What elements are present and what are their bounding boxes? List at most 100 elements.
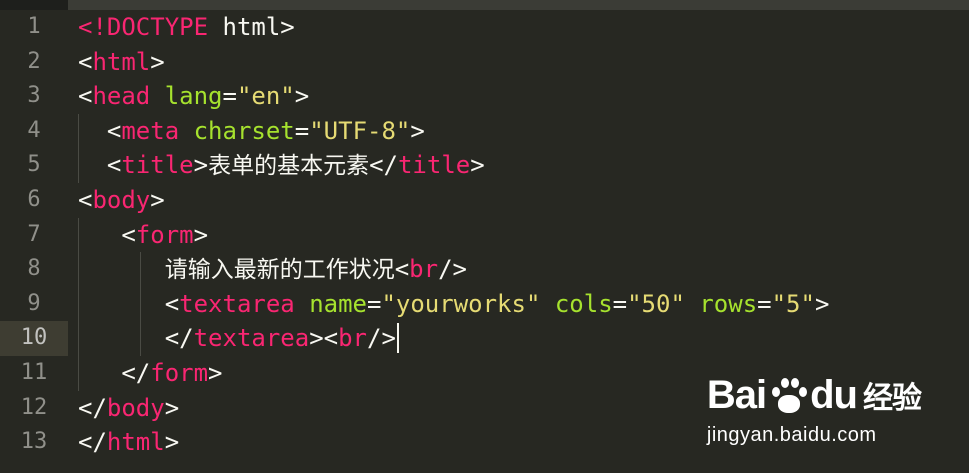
token-punct bbox=[685, 290, 699, 318]
token-punct: </ bbox=[78, 359, 151, 387]
token-attr: lang bbox=[164, 82, 223, 111]
token-tag: body bbox=[106, 393, 165, 422]
line-code: <html> bbox=[78, 45, 165, 80]
token-punct: > bbox=[208, 359, 223, 387]
token-attr: cols bbox=[554, 289, 613, 318]
line-number: 9 bbox=[27, 290, 41, 316]
token-tag: form bbox=[135, 220, 194, 249]
token-punct bbox=[150, 82, 164, 110]
token-punct: </ bbox=[78, 428, 107, 457]
token-punct: >< bbox=[309, 324, 339, 353]
token-attr: charset bbox=[193, 116, 295, 145]
token-punct: </ bbox=[78, 393, 107, 422]
code-line[interactable]: 2 <html> bbox=[0, 45, 969, 80]
token-tag: br bbox=[409, 255, 439, 284]
line-code: <head lang="en"> bbox=[78, 79, 309, 114]
line-code: </html> bbox=[78, 425, 179, 460]
line-number: 8 bbox=[27, 256, 41, 282]
line-code: <body> bbox=[78, 183, 165, 218]
token-punct: = bbox=[367, 289, 382, 318]
token-punct: > bbox=[410, 116, 425, 145]
line-code: 请输入最新的工作状况<br/> bbox=[78, 252, 467, 287]
code-line[interactable]: 9 <textarea name="yourworks" cols="50" r… bbox=[0, 287, 969, 322]
token-punct bbox=[295, 290, 309, 318]
token-punct: > bbox=[150, 47, 165, 76]
token-str: "50" bbox=[627, 289, 685, 318]
token-punct: > bbox=[150, 186, 165, 214]
code-line[interactable]: 10 </textarea><br/> bbox=[0, 321, 969, 356]
token-tag: head bbox=[92, 82, 151, 111]
token-punct: < bbox=[78, 220, 136, 249]
token-str: "5" bbox=[771, 289, 815, 318]
token-punct: > bbox=[193, 151, 209, 180]
token-punct: > bbox=[814, 289, 830, 318]
indent-guide bbox=[78, 217, 79, 391]
code-line[interactable]: 1 <!DOCTYPE html> bbox=[0, 10, 969, 45]
baidu-jingyan-watermark: Bai du 经验 jingyan.baidu.com bbox=[706, 370, 922, 447]
token-tag: textarea bbox=[179, 289, 295, 318]
token-punct: > bbox=[193, 220, 209, 249]
token-attr: name bbox=[309, 289, 367, 318]
line-code: </textarea><br/> bbox=[78, 321, 396, 356]
logo-text-jingyan: 经验 bbox=[863, 381, 922, 416]
token-str: "yourworks" bbox=[381, 289, 541, 318]
line-code: <meta charset="UTF-8"> bbox=[78, 114, 425, 149]
logo-text-bai: Bai bbox=[706, 372, 767, 417]
token-punct: /> bbox=[438, 255, 467, 284]
token-punct: > bbox=[164, 428, 180, 457]
line-number: 7 bbox=[27, 221, 41, 247]
token-punct: < bbox=[78, 151, 122, 180]
token-text: 表单的基本元素 bbox=[208, 153, 370, 180]
token-attr: rows bbox=[699, 289, 758, 318]
token-tag: body bbox=[92, 186, 151, 214]
token-punct: = bbox=[757, 289, 772, 318]
code-line[interactable]: 8 请输入最新的工作状况<br/> bbox=[0, 252, 969, 287]
line-number: 10 bbox=[0, 321, 68, 356]
code-line[interactable]: 7 <form> bbox=[0, 218, 969, 253]
paw-icon bbox=[768, 375, 808, 415]
line-code: <!DOCTYPE html> bbox=[78, 10, 295, 45]
token-punct: </ bbox=[78, 324, 194, 353]
code-line[interactable]: 3 <head lang="en"> bbox=[0, 79, 969, 114]
token-str: "UTF-8" bbox=[309, 116, 411, 145]
indent-guide bbox=[140, 252, 141, 356]
token-text: 请输入最新的工作状况 bbox=[164, 257, 395, 284]
token-tag: meta bbox=[121, 116, 180, 145]
token-punct: < bbox=[78, 116, 122, 145]
token-tag: html bbox=[92, 47, 151, 76]
code-line[interactable]: 5 <title>表单的基本元素</title> bbox=[0, 148, 969, 183]
token-punct bbox=[78, 255, 165, 283]
token-punct: = bbox=[222, 82, 237, 111]
token-punct: > bbox=[294, 82, 310, 111]
token-punct: /> bbox=[367, 324, 396, 353]
text-cursor bbox=[396, 323, 399, 354]
token-punct: < bbox=[78, 186, 93, 214]
token-punct bbox=[540, 290, 554, 318]
token-tag: title bbox=[397, 151, 471, 180]
token-punct: > bbox=[164, 393, 180, 422]
token-punct: < bbox=[394, 255, 410, 284]
line-number: 4 bbox=[27, 117, 41, 143]
watermark-url: jingyan.baidu.com bbox=[706, 424, 877, 446]
token-punct: < bbox=[78, 82, 93, 111]
code-line[interactable]: 4 <meta charset="UTF-8"> bbox=[0, 114, 969, 149]
editor-top-bar bbox=[0, 0, 969, 10]
line-number: 13 bbox=[20, 429, 48, 455]
line-number: 5 bbox=[27, 152, 41, 178]
line-code: </body> bbox=[78, 391, 179, 426]
code-line[interactable]: 6 <body> bbox=[0, 183, 969, 218]
token-tag: br bbox=[338, 324, 367, 353]
token-punct bbox=[179, 117, 193, 145]
token-punct: = bbox=[612, 289, 628, 318]
token-punct: </ bbox=[369, 151, 398, 180]
token-tag: form bbox=[150, 359, 209, 387]
token-punct: = bbox=[294, 116, 310, 145]
token-punct: > bbox=[470, 151, 485, 180]
token-punct: html> bbox=[208, 13, 295, 41]
logo-text-du: du bbox=[810, 372, 858, 417]
line-code: <title>表单的基本元素</title> bbox=[78, 148, 485, 183]
tab-strip bbox=[68, 0, 969, 10]
line-code: <textarea name="yourworks" cols="50" row… bbox=[78, 287, 830, 322]
line-number: 1 bbox=[27, 14, 41, 39]
token-tag: <!DOCTYPE bbox=[78, 13, 209, 41]
